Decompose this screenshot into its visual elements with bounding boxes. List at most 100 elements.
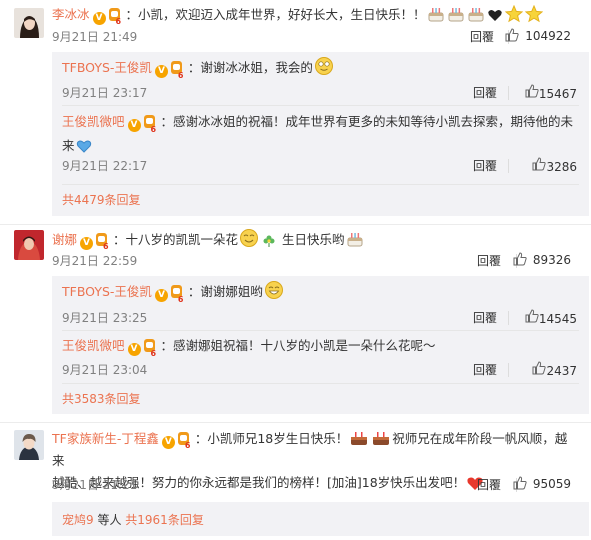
reply-button[interactable]: 回覆 <box>473 309 497 326</box>
emoji-cake-icon <box>348 431 370 446</box>
reply-list: TFBOYS-王俊凯 V 6 ：谢谢冰冰姐，我会的 9月21日 23:17 回覆 15… <box>52 52 589 216</box>
like-button[interactable]: 104922 <box>505 28 571 43</box>
reply-item: 王俊凯微吧 V 6 ：感谢冰冰姐的祝福！成年世界有更多的未知等待小凯去探索，期待他的未… <box>62 110 577 180</box>
like-count: 89326 <box>532 253 571 267</box>
divider <box>62 383 579 384</box>
more-replies-link[interactable]: 共1961条回复 <box>125 513 204 527</box>
thumbs-up-icon <box>532 157 547 171</box>
avatar[interactable] <box>14 230 44 260</box>
comment-username[interactable]: 谢娜 <box>52 232 77 247</box>
emoji-cake-icon <box>426 7 446 22</box>
reply-username[interactable]: 王俊凯微吧 <box>62 338 125 353</box>
verified-icon: V <box>154 65 168 78</box>
verified-icon: V <box>154 289 168 302</box>
summary-text: 等人 <box>93 513 126 527</box>
member-level-icon: 6 <box>95 233 113 251</box>
emoji-smile-icon <box>313 57 335 75</box>
member-level-icon: 6 <box>108 8 126 26</box>
divider <box>62 184 579 185</box>
divider <box>0 224 591 225</box>
member-level-icon: 6 <box>143 115 161 134</box>
reply-time: 9月21日 23:17 <box>62 86 148 100</box>
emoji-laugh-icon <box>263 281 285 299</box>
thumbs-up-icon <box>525 309 539 323</box>
divider <box>62 105 579 106</box>
like-button[interactable]: 15467 <box>513 84 577 101</box>
emoji-cake-icon <box>370 431 392 446</box>
reply-button[interactable]: 回覆 <box>477 476 501 493</box>
emoji-cake-icon <box>466 7 486 22</box>
reply-meta: 9月21日 23:17 回覆 15467 <box>62 84 577 102</box>
reply-item: 王俊凯微吧 V 6 ：感谢娜姐祝福！十八岁的小凯是一朵什么花呢～ 9月21日 23:0… <box>62 334 577 380</box>
emoji-flower-icon <box>260 232 278 247</box>
verified-icon: V <box>92 12 106 25</box>
comment-body: ：十八岁的凯凯一朵花 <box>113 232 239 247</box>
verified-icon: V <box>127 119 141 132</box>
like-button[interactable]: 89326 <box>513 252 571 267</box>
comment-text: 李冰冰 V 6 ：小凯，欢迎迈入成年世界，好好长大，生日快乐！！ <box>52 4 571 26</box>
divider <box>508 363 509 377</box>
comment-time: 9月21日 21:21 <box>52 478 138 492</box>
thumbs-up-icon <box>513 476 527 490</box>
reply-meta: 9月21日 23:25 回覆 14545 <box>62 309 577 327</box>
reply-username[interactable]: 王俊凯微吧 <box>62 114 125 129</box>
emoji-cake-icon <box>345 232 365 247</box>
thumbs-up-icon <box>505 28 519 42</box>
reply-list: TFBOYS-王俊凯 V 6 ：谢谢娜姐哟 9月21日 23:25 回覆 14545 … <box>52 276 589 414</box>
reply-meta: 9月21日 22:17 回覆 3286 <box>62 157 577 175</box>
reply-list: 宠鸠9 等人 共1961条回复 <box>52 502 589 536</box>
emoji-blue-heart-icon <box>75 138 93 153</box>
reply-time: 9月21日 23:25 <box>62 311 148 325</box>
verified-icon: V <box>80 237 94 250</box>
emoji-cake-icon <box>446 7 466 22</box>
emoji-smile-icon <box>238 229 260 247</box>
avatar[interactable] <box>14 430 44 460</box>
member-level-icon: 6 <box>143 339 161 358</box>
reply-body: ：谢谢娜姐哟 <box>187 284 263 299</box>
reply-username[interactable]: 宠鸠9 <box>62 513 94 527</box>
reply-username[interactable]: TFBOYS-王俊凯 <box>62 60 152 75</box>
reply-text: 王俊凯微吧 V 6 ：感谢娜姐祝福！十八岁的小凯是一朵什么花呢～ <box>62 334 577 358</box>
comment-meta: 9月21日 21:49 回覆 104922 <box>52 28 571 46</box>
emoji-star-icon <box>524 5 544 23</box>
comment-username[interactable]: TF家族新生-丁程鑫 <box>52 431 159 446</box>
reply-body: ：感谢娜姐祝福！十八岁的小凯是一朵什么花呢～ <box>160 338 436 353</box>
member-level-icon: 6 <box>177 432 195 450</box>
reply-text: TFBOYS-王俊凯 V 6 ：谢谢娜姐哟 <box>62 280 577 304</box>
like-count: 15467 <box>538 87 577 101</box>
like-button[interactable]: 14545 <box>513 309 577 326</box>
divider <box>508 311 509 325</box>
like-count: 95059 <box>532 477 571 491</box>
more-replies-link[interactable]: 共3583条回复 <box>62 390 141 407</box>
reply-item: TFBOYS-王俊凯 V 6 ：谢谢冰冰姐，我会的 9月21日 23:17 回覆 15… <box>62 56 577 102</box>
reply-button[interactable]: 回覆 <box>470 28 494 45</box>
more-replies-link[interactable]: 共4479条回复 <box>62 191 141 208</box>
divider <box>508 86 509 100</box>
like-count: 104922 <box>525 29 571 43</box>
reply-time: 9月21日 22:17 <box>62 159 148 173</box>
comment-username[interactable]: 李冰冰 <box>52 7 90 22</box>
comment-meta: 9月21日 22:59 回覆 89326 <box>52 252 571 270</box>
member-level-icon: 6 <box>170 285 188 304</box>
thumbs-up-icon <box>532 361 547 375</box>
divider <box>62 330 579 331</box>
reply-body-continued: 来 <box>62 138 75 153</box>
more-replies-summary: 宠鸠9 等人 共1961条回复 <box>62 511 204 528</box>
emoji-star-icon <box>504 5 524 23</box>
reply-button[interactable]: 回覆 <box>473 157 497 174</box>
like-button[interactable]: 95059 <box>513 476 571 491</box>
comment-text: 谢娜 V 6 ：十八岁的凯凯一朵花 生日快乐哟 <box>52 228 571 251</box>
member-level-icon: 6 <box>170 61 188 80</box>
reply-button[interactable]: 回覆 <box>473 361 497 378</box>
like-count: 14545 <box>538 312 577 326</box>
reply-username[interactable]: TFBOYS-王俊凯 <box>62 284 152 299</box>
avatar[interactable] <box>14 8 44 38</box>
comment-time: 9月21日 22:59 <box>52 254 138 268</box>
reply-button[interactable]: 回覆 <box>473 84 497 101</box>
thumbs-up-icon <box>513 252 527 266</box>
like-count: 3286 <box>546 160 577 174</box>
reply-button[interactable]: 回覆 <box>477 252 501 269</box>
like-button[interactable]: 2437 <box>513 361 577 378</box>
comment-body-tail: 生日快乐哟 <box>282 232 345 247</box>
like-button[interactable]: 3286 <box>513 157 577 174</box>
